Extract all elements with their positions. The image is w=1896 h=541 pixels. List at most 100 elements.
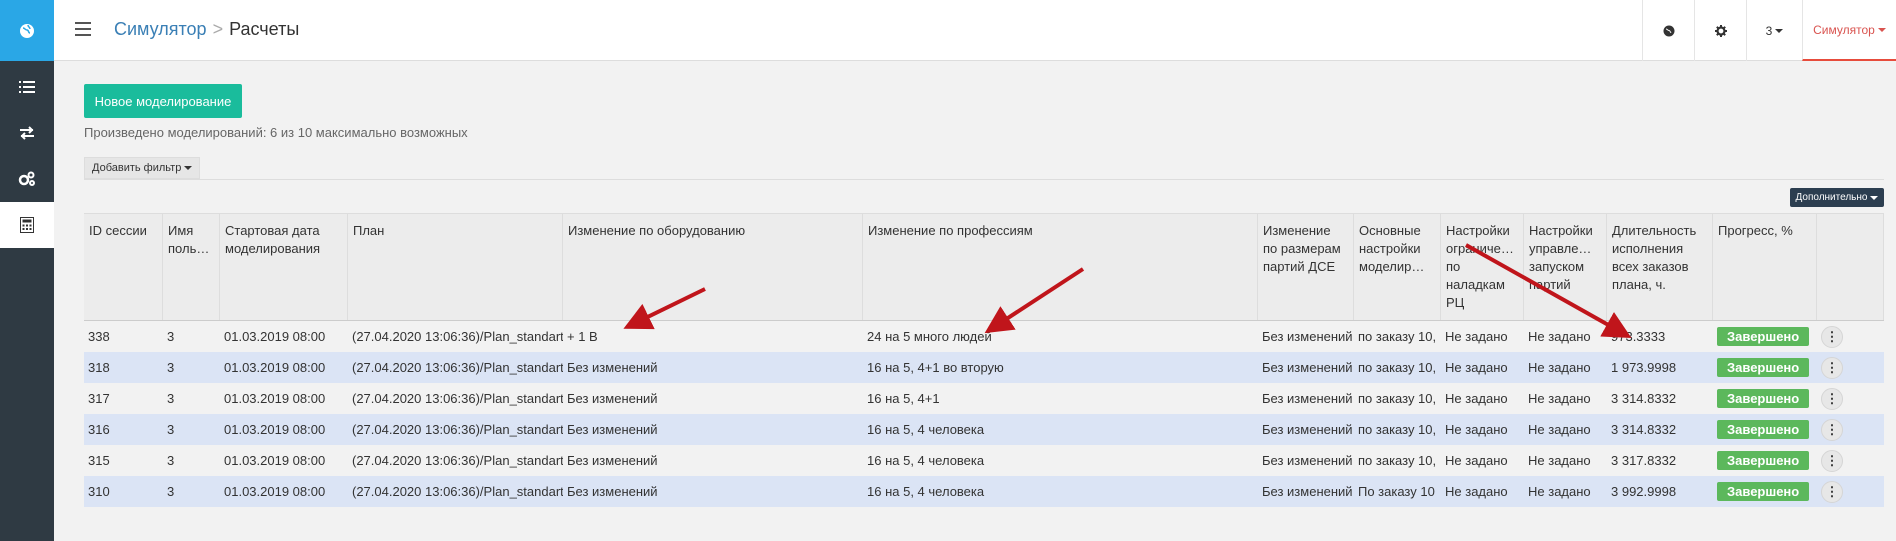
table-row[interactable]: 316 3 01.03.2019 08:00 (27.04.2020 13:06… xyxy=(84,414,1884,445)
add-filter-button[interactable]: Добавить фильтр xyxy=(84,157,201,179)
cell-progress: Завершено xyxy=(1713,414,1817,445)
gears-icon[interactable] xyxy=(0,156,54,202)
row-actions-menu-button[interactable]: ⋮ xyxy=(1821,449,1843,472)
column-header-profession-change[interactable]: Изменение по профессиям xyxy=(863,214,1258,320)
notifications-count: 3 xyxy=(1765,23,1773,38)
cell-start-date: 01.03.2019 08:00 xyxy=(224,453,326,468)
row-actions-menu-button[interactable]: ⋮ xyxy=(1821,356,1843,379)
cell-progress: Завершено xyxy=(1713,476,1817,507)
cell-batch-change: Без изменений xyxy=(1262,329,1353,344)
status-badge: Завершено xyxy=(1717,389,1810,408)
chevron-down-icon xyxy=(1775,28,1784,33)
column-header-session-id[interactable]: ID сессии xyxy=(84,214,163,320)
cell-plan: (27.04.2020 13:06:36)/Plan_standart xyxy=(352,453,563,468)
column-header-user[interactable]: Имя поль… xyxy=(163,214,220,320)
row-actions-menu-button[interactable]: ⋮ xyxy=(1821,325,1843,348)
notifications-dropdown[interactable]: 3 xyxy=(1746,0,1802,61)
cell-batch-change: Без изменений xyxy=(1262,422,1353,437)
row-actions-menu-button[interactable]: ⋮ xyxy=(1821,418,1843,441)
simulation-count-info: Произведено моделирований: 6 из 10 макси… xyxy=(84,125,468,140)
cell-progress: Завершено xyxy=(1713,321,1817,352)
language-globe-button[interactable] xyxy=(1642,0,1694,61)
column-header-launch-settings[interactable]: Настройки управле… запуском партий xyxy=(1524,214,1607,320)
cell-actions: ⋮ xyxy=(1817,321,1884,352)
cell-main-settings: По заказу 10 xyxy=(1358,484,1435,499)
cell-main-settings: по заказу 10, xyxy=(1358,422,1437,437)
new-simulation-button[interactable]: Новое моделирование xyxy=(84,84,242,118)
table-row[interactable]: 317 3 01.03.2019 08:00 (27.04.2020 13:06… xyxy=(84,383,1884,414)
simulations-table: ID сессии Имя поль… Стартовая дата модел… xyxy=(84,213,1884,507)
cell-progress: Завершено xyxy=(1713,352,1817,383)
cell-session-id: 317 xyxy=(88,391,110,406)
cell-start-date: 01.03.2019 08:00 xyxy=(224,329,326,344)
cell-batch-change: Без изменений xyxy=(1262,391,1353,406)
cell-main-settings: по заказу 10, xyxy=(1358,329,1437,344)
column-header-plan[interactable]: План xyxy=(348,214,563,320)
column-header-start-date[interactable]: Стартовая дата моделирования xyxy=(220,214,348,320)
cell-session-id: 310 xyxy=(88,484,110,499)
cell-duration: 3 314.8332 xyxy=(1611,422,1677,437)
column-header-actions xyxy=(1817,214,1884,320)
cell-batch-change: Без изменений xyxy=(1262,360,1353,375)
column-header-progress[interactable]: Прогресс, % xyxy=(1713,214,1817,320)
chevron-down-icon xyxy=(1870,195,1879,200)
add-filter-label: Добавить фильтр xyxy=(92,162,182,174)
cell-actions: ⋮ xyxy=(1817,476,1884,507)
breadcrumb: Симулятор > Расчеты xyxy=(114,19,299,40)
cell-batch-change: Без изменений xyxy=(1262,453,1353,468)
menu-icon[interactable] xyxy=(75,22,91,36)
cell-launch-settings: Не задано xyxy=(1528,329,1591,344)
cell-launch-settings: Не задано xyxy=(1528,484,1591,499)
row-actions-menu-button[interactable]: ⋮ xyxy=(1821,480,1843,503)
cell-session-id: 318 xyxy=(88,360,110,375)
page-title: Расчеты xyxy=(229,19,300,39)
cell-user: 3 xyxy=(167,360,175,375)
cell-profession-change: 24 на 5 много людей xyxy=(867,329,992,344)
cell-plan: (27.04.2020 13:06:36)/Plan_standart xyxy=(352,329,563,344)
cell-actions: ⋮ xyxy=(1817,414,1884,445)
chevron-down-icon xyxy=(184,166,193,170)
cell-user: 3 xyxy=(167,484,175,499)
cell-plan: (27.04.2020 13:06:36)/Plan_standart xyxy=(352,484,563,499)
row-actions-menu-button[interactable]: ⋮ xyxy=(1821,387,1843,410)
cell-main-settings: по заказу 10, xyxy=(1358,360,1437,375)
column-header-duration[interactable]: Длительность исполнения всех заказов пла… xyxy=(1607,214,1713,320)
calculator-icon[interactable] xyxy=(0,202,54,248)
breadcrumb-simulator-link[interactable]: Симулятор xyxy=(114,19,207,39)
table-row[interactable]: 318 3 01.03.2019 08:00 (27.04.2020 13:06… xyxy=(84,352,1884,383)
column-header-batch-change[interactable]: Изменение по размерам партий ДСЕ xyxy=(1258,214,1354,320)
cell-profession-change: 16 на 5, 4 человека xyxy=(867,422,985,437)
cell-start-date: 01.03.2019 08:00 xyxy=(224,422,326,437)
column-header-setup-limits[interactable]: Настройки ограниче… по наладкам РЦ xyxy=(1441,214,1524,320)
cell-duration: 3 314.8332 xyxy=(1611,391,1677,406)
cell-actions: ⋮ xyxy=(1817,383,1884,414)
column-header-main-settings[interactable]: Основные настройки моделир… xyxy=(1354,214,1441,320)
cell-progress: Завершено xyxy=(1713,445,1817,476)
cell-launch-settings: Не задано xyxy=(1528,453,1591,468)
table-row[interactable]: 338 3 01.03.2019 08:00 (27.04.2020 13:06… xyxy=(84,321,1884,352)
table-row[interactable]: 315 3 01.03.2019 08:00 (27.04.2020 13:06… xyxy=(84,445,1884,476)
status-badge: Завершено xyxy=(1717,420,1810,439)
more-options-button[interactable]: Дополнительно xyxy=(1790,188,1884,207)
status-badge: Завершено xyxy=(1717,327,1810,346)
cell-batch-change: Без изменений xyxy=(1262,484,1353,499)
transfer-icon[interactable] xyxy=(0,110,54,156)
status-badge: Завершено xyxy=(1717,451,1810,470)
cell-start-date: 01.03.2019 08:00 xyxy=(224,484,326,499)
column-header-equipment-change[interactable]: Изменение по оборудованию xyxy=(563,214,863,320)
cell-plan: (27.04.2020 13:06:36)/Plan_standart xyxy=(352,391,563,406)
user-menu-dropdown[interactable]: Симулятор xyxy=(1802,0,1896,61)
globe-icon[interactable] xyxy=(0,0,54,61)
list-icon[interactable] xyxy=(0,64,54,110)
settings-button[interactable] xyxy=(1694,0,1746,61)
table-row[interactable]: 310 3 01.03.2019 08:00 (27.04.2020 13:06… xyxy=(84,476,1884,507)
breadcrumb-separator: > xyxy=(212,19,224,39)
cell-setup-limits: Не задано xyxy=(1445,360,1508,375)
cell-setup-limits: Не задано xyxy=(1445,453,1508,468)
cell-setup-limits: Не задано xyxy=(1445,484,1508,499)
status-badge: Завершено xyxy=(1717,358,1810,377)
sidebar xyxy=(0,0,54,541)
cell-setup-limits: Не задано xyxy=(1445,329,1508,344)
cell-duration: 3 317.8332 xyxy=(1611,453,1677,468)
cell-plan: (27.04.2020 13:06:36)/Plan_standart xyxy=(352,422,563,437)
